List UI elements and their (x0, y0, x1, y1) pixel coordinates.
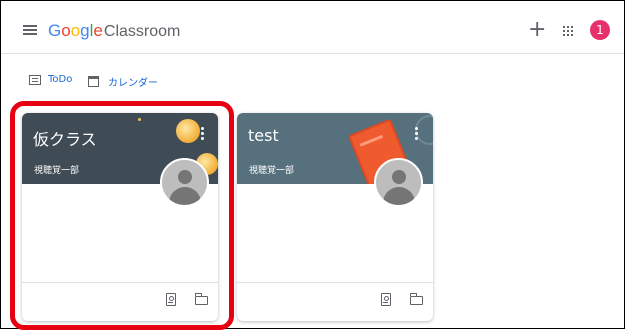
app-logo[interactable]: GoogleClassroom (48, 22, 180, 41)
more-vert-icon[interactable] (201, 127, 204, 140)
class-card-footer (237, 282, 433, 321)
folder-icon[interactable] (409, 293, 423, 305)
class-card-footer (22, 282, 218, 321)
teacher-avatar (160, 158, 209, 207)
class-card[interactable]: test 視聴覚一部 (237, 113, 433, 321)
todo-list-icon (29, 74, 41, 85)
calendar-label: カレンダー (108, 78, 158, 89)
class-card[interactable]: 仮クラス 視聴覚一部 (22, 113, 218, 321)
todo-label: ToDo (48, 74, 73, 85)
logo-product-name: Classroom (103, 23, 181, 40)
class-teacher[interactable]: 視聴覚一部 (34, 163, 79, 176)
logo-google: Google (48, 21, 103, 40)
hamburger-menu-icon[interactable] (23, 25, 37, 35)
banner-decoration (176, 119, 200, 143)
class-title[interactable]: 仮クラス (33, 126, 97, 150)
class-title[interactable]: test (248, 126, 279, 145)
todo-link[interactable]: ToDo (29, 74, 72, 85)
calendar-link[interactable]: カレンダー (88, 74, 158, 89)
folder-icon[interactable] (194, 293, 208, 305)
class-teacher[interactable]: 視聴覚一部 (249, 163, 294, 176)
apps-grid-icon[interactable] (563, 26, 573, 36)
assignment-icon[interactable] (381, 293, 391, 306)
add-class-button[interactable]: + (528, 19, 546, 41)
calendar-icon (88, 76, 99, 87)
banner-decoration (138, 118, 141, 121)
account-avatar[interactable]: 1 (590, 20, 610, 40)
app-header: GoogleClassroom + 1 (1, 1, 624, 54)
teacher-avatar (374, 158, 423, 207)
more-vert-icon[interactable] (415, 127, 418, 140)
assignment-icon[interactable] (166, 293, 176, 306)
